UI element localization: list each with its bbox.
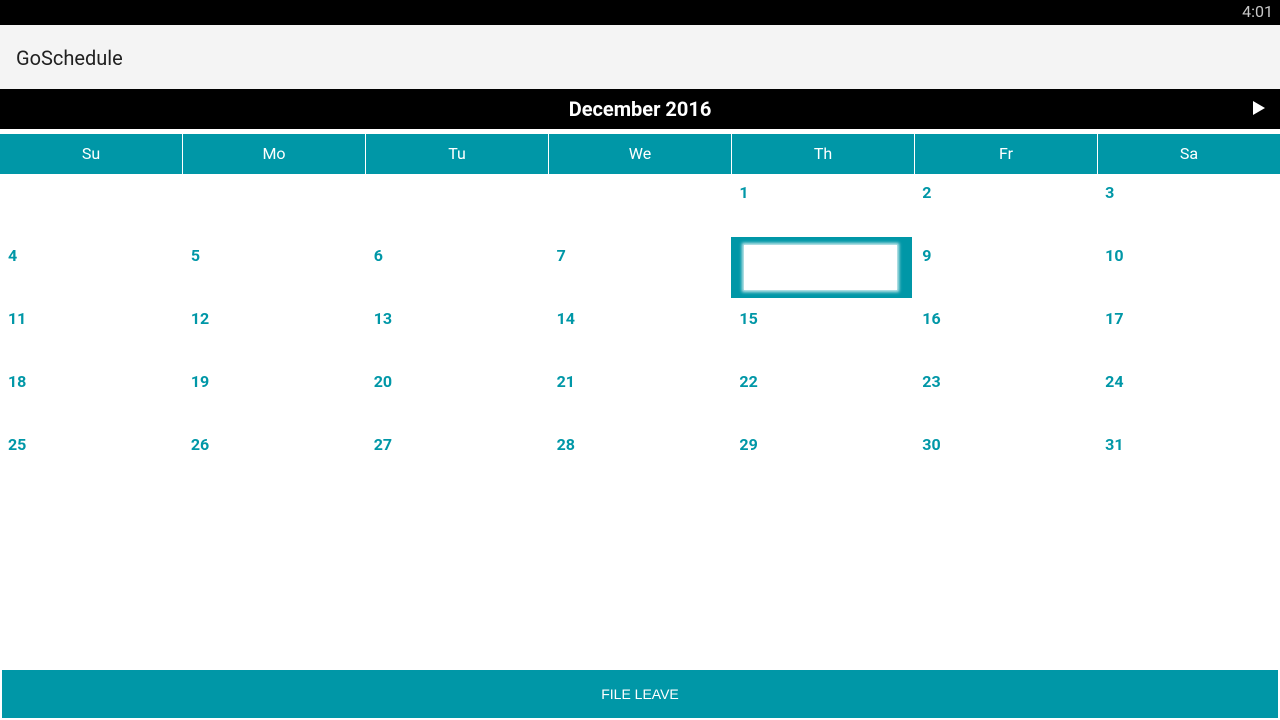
- calendar-day-cell[interactable]: 26: [183, 426, 366, 489]
- day-number: 31: [1105, 435, 1124, 454]
- weekday-label: Mo: [183, 134, 366, 174]
- weekday-label: Sa: [1179, 144, 1199, 163]
- day-number: 18: [8, 372, 27, 391]
- day-number: 28: [556, 435, 575, 454]
- calendar-day-cell[interactable]: 13: [366, 300, 549, 363]
- weekday-label: Tu: [366, 134, 549, 174]
- day-number: 30: [922, 435, 941, 454]
- day-number: 27: [373, 435, 393, 454]
- day-number: 16: [922, 309, 941, 328]
- calendar-empty-cell: [183, 174, 366, 237]
- day-number: 7: [556, 246, 566, 265]
- weekday-label: Fr: [915, 134, 1098, 174]
- file-leave-button[interactable]: FILE LEAVE: [2, 670, 1278, 718]
- calendar-day-cell[interactable]: 11: [0, 300, 183, 363]
- day-number: 25: [8, 435, 27, 454]
- calendar-day-cell[interactable]: 6: [366, 237, 549, 300]
- calendar-day-cell[interactable]: 30: [914, 426, 1097, 489]
- calendar-empty-cell: [0, 174, 183, 237]
- day-number: 26: [190, 435, 210, 454]
- month-title: December 2016: [568, 97, 712, 121]
- day-number: 20: [373, 372, 393, 391]
- calendar-empty-cell: [549, 174, 732, 237]
- calendar-day-cell[interactable]: 29: [731, 426, 914, 489]
- selected-day-highlight: [744, 245, 898, 290]
- calendar-day-grid: 1234567891011121314151617181920212223242…: [0, 174, 1280, 489]
- day-number: 3: [1105, 183, 1115, 202]
- day-number: 15: [739, 309, 758, 328]
- day-number: 13: [373, 309, 393, 328]
- calendar-day-cell[interactable]: 28: [549, 426, 732, 489]
- day-number: 23: [922, 372, 941, 391]
- day-number: 17: [1105, 309, 1124, 328]
- day-number: 2: [922, 183, 932, 202]
- app-title: GoSchedule: [16, 46, 123, 70]
- calendar-day-cell[interactable]: 4: [0, 237, 183, 300]
- selected-day-cell[interactable]: 8: [731, 237, 913, 298]
- day-number: 24: [1105, 372, 1124, 391]
- calendar-day-cell[interactable]: 7: [549, 237, 732, 300]
- calendar-day-cell[interactable]: 21: [549, 363, 732, 426]
- calendar-day-cell[interactable]: 18: [0, 363, 183, 426]
- calendar-day-cell[interactable]: 5: [183, 237, 366, 300]
- calendar-day-cell[interactable]: 20: [366, 363, 549, 426]
- calendar-day-cell[interactable]: 3: [1097, 174, 1280, 237]
- next-month-icon[interactable]: [1252, 98, 1266, 118]
- calendar-empty-cell: [366, 174, 549, 237]
- calendar-day-cell[interactable]: 31: [1097, 426, 1280, 489]
- calendar-day-cell[interactable]: 14: [549, 300, 732, 363]
- day-number: 1: [739, 183, 749, 202]
- day-number: 5: [190, 246, 201, 265]
- calendar-day-cell[interactable]: 25: [0, 426, 183, 489]
- calendar-day-cell[interactable]: 2: [914, 174, 1097, 237]
- calendar-day-cell[interactable]: 24: [1097, 363, 1280, 426]
- calendar-day-cell[interactable]: 9: [914, 237, 1097, 300]
- calendar-day-cell[interactable]: 19: [183, 363, 366, 426]
- day-number: 19: [190, 372, 210, 391]
- calendar-day-cell[interactable]: 23: [914, 363, 1097, 426]
- weekday-label: Su: [0, 134, 183, 174]
- weekday-header-row: Su Mo Tu We Th Fr Sa: [0, 134, 1280, 174]
- day-number: 6: [373, 246, 383, 265]
- day-number: 9: [922, 246, 932, 265]
- calendar-day-cell[interactable]: 27: [366, 426, 549, 489]
- calendar-day-cell[interactable]: 22: [731, 363, 914, 426]
- status-time: 4:01: [1242, 2, 1273, 21]
- day-number: 22: [739, 372, 758, 391]
- day-number: 14: [556, 309, 575, 328]
- weekday-label: Th: [732, 134, 915, 174]
- calendar-day-cell[interactable]: 15: [731, 300, 914, 363]
- day-number: 4: [8, 246, 18, 265]
- calendar-day-cell[interactable]: 1: [731, 174, 914, 237]
- day-number: 11: [8, 309, 27, 328]
- app-bar: GoSchedule: [0, 25, 1280, 89]
- weekday-label: We: [549, 134, 732, 174]
- day-number: 10: [1105, 246, 1124, 265]
- day-number: 21: [556, 372, 575, 391]
- day-number: 12: [190, 309, 210, 328]
- day-number: 29: [739, 435, 758, 454]
- status-bar: 4:01: [0, 0, 1280, 25]
- calendar-day-cell[interactable]: 17: [1097, 300, 1280, 363]
- calendar-day-cell[interactable]: 10: [1097, 237, 1280, 300]
- calendar-day-cell[interactable]: 12: [183, 300, 366, 363]
- calendar-day-cell[interactable]: 16: [914, 300, 1097, 363]
- month-header: December 2016: [0, 89, 1280, 129]
